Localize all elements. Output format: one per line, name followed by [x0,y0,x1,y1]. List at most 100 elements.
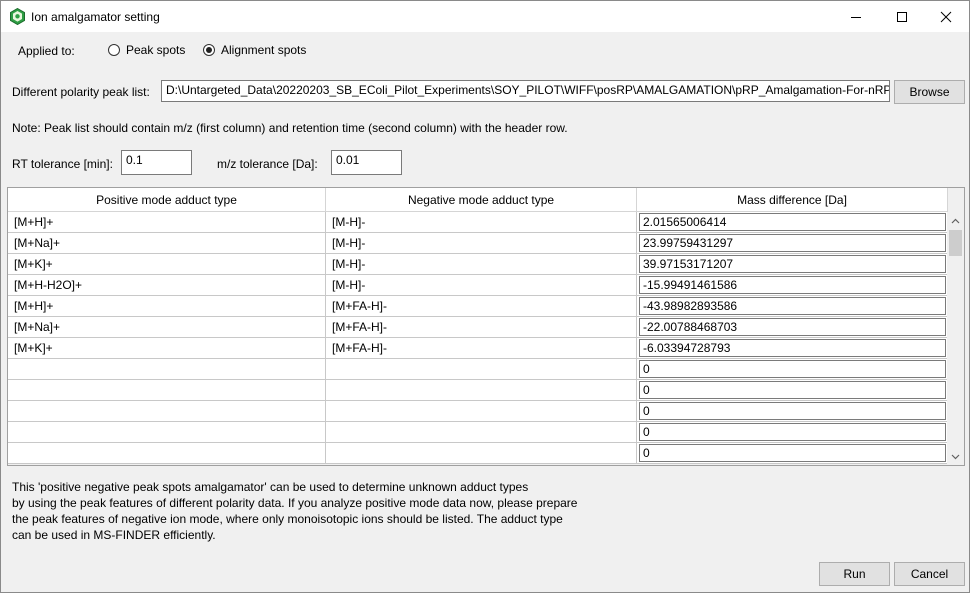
description-line: can be used in MS-FINDER efficiently. [12,528,216,542]
mass-difference-input[interactable]: -15.99491461586 [639,276,946,294]
applied-to-label: Applied to: [18,44,75,58]
table-row[interactable]: [M+Na]+ [M+FA-H]- -22.00788468703 [8,317,948,338]
negative-adduct-cell[interactable]: [M+FA-H]- [326,296,637,316]
mass-difference-cell[interactable]: 2.01565006414 [637,212,948,232]
negative-adduct-cell[interactable]: [M+FA-H]- [326,338,637,358]
column-header-positive[interactable]: Positive mode adduct type [8,188,326,212]
positive-adduct-cell[interactable] [8,443,326,463]
minimize-icon [851,16,861,18]
mass-difference-cell[interactable]: -43.98982893586 [637,296,948,316]
mass-difference-input[interactable]: -6.03394728793 [639,339,946,357]
positive-adduct-cell[interactable]: [M+H]+ [8,296,326,316]
vertical-scrollbar[interactable] [947,212,964,465]
browse-button[interactable]: Browse [894,80,965,104]
positive-adduct-cell[interactable] [8,359,326,379]
mass-difference-cell[interactable]: -22.00788468703 [637,317,948,337]
mass-difference-input[interactable]: 0 [639,360,946,378]
mass-difference-cell[interactable]: -15.99491461586 [637,275,948,295]
scroll-thumb[interactable] [949,230,962,256]
description-text: This 'positive negative peak spots amalg… [12,479,592,543]
adduct-table: Positive mode adduct type Negative mode … [7,187,965,466]
radio-unchecked-icon [108,44,120,56]
note-text: Note: Peak list should contain m/z (firs… [12,121,568,135]
table-row[interactable]: [M+Na]+ [M-H]- 23.99759431297 [8,233,948,254]
negative-adduct-cell[interactable]: [M+FA-H]- [326,317,637,337]
positive-adduct-cell[interactable]: [M+H-H2O]+ [8,275,326,295]
mass-difference-input[interactable]: 2.01565006414 [639,213,946,231]
mass-difference-input[interactable]: 0 [639,381,946,399]
maximize-icon [897,11,907,22]
close-button[interactable] [923,1,969,32]
positive-adduct-cell[interactable]: [M+K]+ [8,254,326,274]
table-row[interactable]: 0 [8,380,948,401]
column-header-negative[interactable]: Negative mode adduct type [326,188,637,212]
alignment-spots-label: Alignment spots [221,43,307,57]
positive-adduct-cell[interactable] [8,401,326,421]
mass-difference-input[interactable]: 23.99759431297 [639,234,946,252]
negative-adduct-cell[interactable]: [M-H]- [326,212,637,232]
mass-difference-input[interactable]: -43.98982893586 [639,297,946,315]
mass-difference-input[interactable]: -22.00788468703 [639,318,946,336]
title-bar[interactable]: Ion amalgamator setting [1,1,969,32]
description-line: by using the peak features of different … [12,496,578,510]
positive-adduct-cell[interactable]: [M+K]+ [8,338,326,358]
mass-difference-cell[interactable]: 0 [637,401,948,421]
negative-adduct-cell[interactable] [326,443,637,463]
table-row[interactable]: [M+H-H2O]+ [M-H]- -15.99491461586 [8,275,948,296]
rt-tolerance-label: RT tolerance [min]: [12,157,113,171]
negative-adduct-cell[interactable]: [M-H]- [326,275,637,295]
scroll-up-icon[interactable] [947,214,964,228]
positive-adduct-cell[interactable]: [M+H]+ [8,212,326,232]
mass-difference-input[interactable]: 39.97153171207 [639,255,946,273]
cancel-button[interactable]: Cancel [894,562,965,586]
mass-difference-cell[interactable]: 0 [637,359,948,379]
mass-difference-input[interactable]: 0 [639,444,946,462]
table-row[interactable]: [M+K]+ [M-H]- 39.97153171207 [8,254,948,275]
mass-difference-cell[interactable]: 0 [637,380,948,400]
alignment-spots-radio[interactable]: Alignment spots [203,43,306,57]
applied-to-group: Applied to: Peak spots Alignment spots [6,34,964,67]
peak-list-path-input[interactable]: D:\Untargeted_Data\20220203_SB_EColi_Pil… [161,80,890,102]
mz-tolerance-label: m/z tolerance [Da]: [217,157,318,171]
scroll-down-icon[interactable] [947,450,964,464]
radio-checked-icon [203,44,215,56]
minimize-button[interactable] [833,1,879,32]
negative-adduct-cell[interactable] [326,422,637,442]
table-header: Positive mode adduct type Negative mode … [8,188,948,212]
negative-adduct-cell[interactable] [326,380,637,400]
negative-adduct-cell[interactable]: [M-H]- [326,254,637,274]
column-header-mass-difference[interactable]: Mass difference [Da] [637,188,948,212]
run-button[interactable]: Run [819,562,890,586]
mass-difference-cell[interactable]: 39.97153171207 [637,254,948,274]
table-row[interactable]: [M+H]+ [M-H]- 2.01565006414 [8,212,948,233]
description-line: the peak features of negative ion mode, … [12,512,563,526]
table-row[interactable]: 0 [8,401,948,422]
ion-amalgamator-window: Ion amalgamator setting Applied to: Peak… [0,0,970,593]
table-row[interactable]: 0 [8,422,948,443]
positive-adduct-cell[interactable]: [M+Na]+ [8,233,326,253]
positive-adduct-cell[interactable] [8,422,326,442]
table-body: [M+H]+ [M-H]- 2.01565006414 [M+Na]+ [M-H]- 23… [8,212,948,464]
rt-tolerance-input[interactable]: 0.1 [121,150,192,175]
negative-adduct-cell[interactable] [326,401,637,421]
table-row[interactable]: [M+K]+ [M+FA-H]- -6.03394728793 [8,338,948,359]
peak-list-label: Different polarity peak list: [12,85,150,99]
mass-difference-input[interactable]: 0 [639,402,946,420]
mass-difference-cell[interactable]: 0 [637,422,948,442]
table-row[interactable]: 0 [8,359,948,380]
mass-difference-input[interactable]: 0 [639,423,946,441]
molecule-icon [10,7,25,26]
positive-adduct-cell[interactable]: [M+Na]+ [8,317,326,337]
mass-difference-cell[interactable]: -6.03394728793 [637,338,948,358]
peak-spots-label: Peak spots [126,43,186,57]
maximize-button[interactable] [879,1,925,32]
mz-tolerance-input[interactable]: 0.01 [331,150,402,175]
table-row[interactable]: [M+H]+ [M+FA-H]- -43.98982893586 [8,296,948,317]
negative-adduct-cell[interactable]: [M-H]- [326,233,637,253]
mass-difference-cell[interactable]: 23.99759431297 [637,233,948,253]
table-row[interactable]: 0 [8,443,948,464]
positive-adduct-cell[interactable] [8,380,326,400]
negative-adduct-cell[interactable] [326,359,637,379]
peak-spots-radio[interactable]: Peak spots [108,43,185,57]
mass-difference-cell[interactable]: 0 [637,443,948,463]
